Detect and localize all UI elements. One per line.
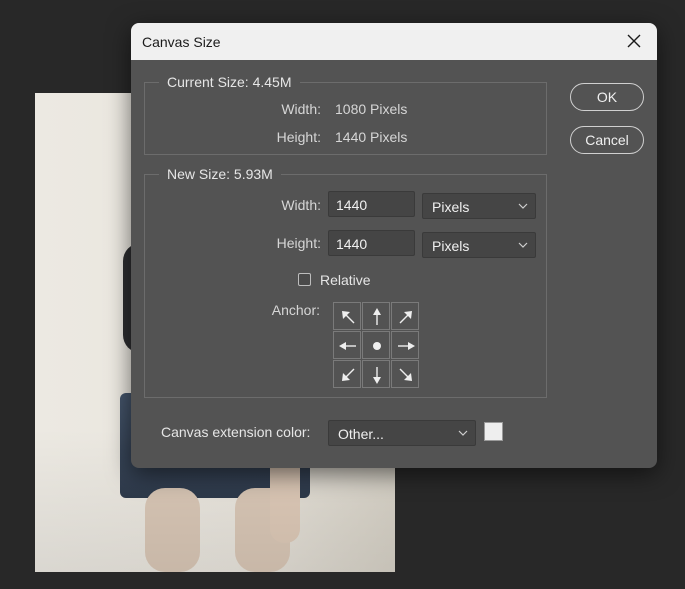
new-width-label: Width: [281, 197, 321, 213]
anchor-top-right[interactable] [391, 302, 419, 330]
current-width-label: Width: [281, 101, 321, 117]
arrow-up-icon [373, 308, 381, 325]
extension-color-swatch[interactable] [484, 422, 503, 441]
close-button[interactable] [619, 27, 649, 55]
arrow-down-left-icon [342, 368, 355, 381]
new-size-legend: New Size: 5.93M [159, 166, 281, 182]
canvas-size-dialog: Canvas Size Current Size: 4.45M Width: 1… [131, 23, 657, 468]
current-size-group: Current Size: 4.45M Width: 1080 Pixels H… [144, 74, 547, 155]
width-input[interactable]: 1440 [328, 191, 415, 217]
arrow-left-icon [339, 342, 356, 350]
anchor-top[interactable] [362, 302, 390, 330]
anchor-center-dot-icon [373, 342, 381, 350]
relative-label: Relative [320, 272, 371, 288]
current-width-value: 1080 Pixels [335, 101, 408, 117]
anchor-label: Anchor: [271, 302, 320, 318]
arrow-down-icon [373, 367, 381, 384]
extension-color-select[interactable]: Other... [328, 420, 476, 446]
height-unit-select[interactable]: Pixels [422, 232, 536, 258]
anchor-top-left[interactable] [333, 302, 361, 330]
anchor-right[interactable] [391, 331, 419, 359]
chevron-down-icon [518, 242, 528, 248]
arrow-right-icon [398, 342, 415, 350]
anchor-center[interactable] [362, 331, 390, 359]
width-unit-value: Pixels [432, 199, 470, 215]
ok-button[interactable]: OK [570, 83, 644, 111]
arrow-up-left-icon [342, 311, 355, 324]
current-height-label: Height: [276, 129, 321, 145]
anchor-bottom[interactable] [362, 360, 390, 388]
relative-checkbox[interactable] [298, 273, 311, 286]
chevron-down-icon [518, 203, 528, 209]
chevron-down-icon [458, 430, 468, 436]
current-size-legend: Current Size: 4.45M [159, 74, 300, 90]
width-unit-select[interactable]: Pixels [422, 193, 536, 219]
anchor-bottom-left[interactable] [333, 360, 361, 388]
extension-color-value: Other... [338, 426, 384, 442]
cancel-button[interactable]: Cancel [570, 126, 644, 154]
dialog-titlebar: Canvas Size [131, 23, 657, 60]
new-height-label: Height: [276, 235, 321, 251]
close-icon [627, 34, 641, 48]
current-height-value: 1440 Pixels [335, 129, 408, 145]
extension-color-label: Canvas extension color: [161, 424, 311, 440]
height-input[interactable]: 1440 [328, 230, 415, 256]
anchor-grid [333, 302, 420, 389]
dialog-title: Canvas Size [142, 34, 221, 50]
anchor-left[interactable] [333, 331, 361, 359]
arrow-up-right-icon [399, 311, 412, 324]
anchor-bottom-right[interactable] [391, 360, 419, 388]
arrow-down-right-icon [399, 368, 412, 381]
height-unit-value: Pixels [432, 238, 470, 254]
